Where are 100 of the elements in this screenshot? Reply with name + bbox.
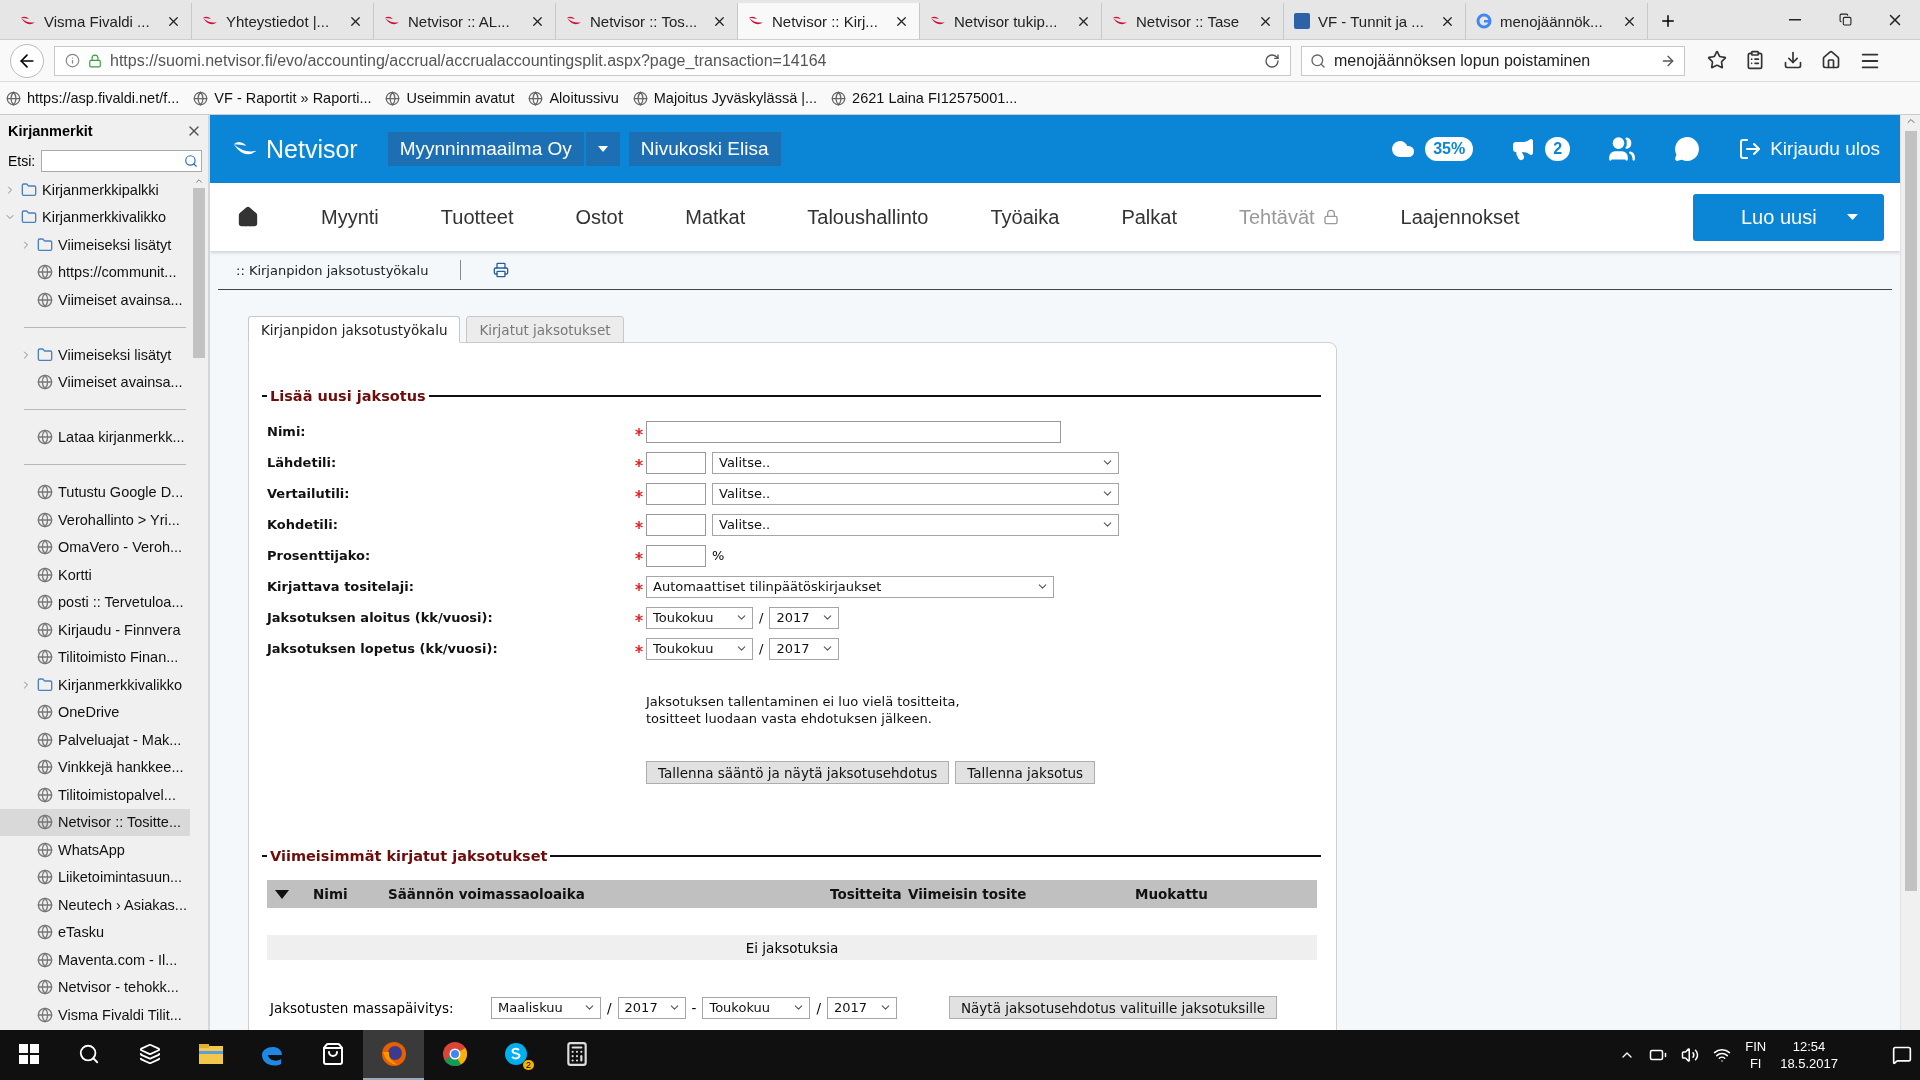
account-number-field[interactable] — [646, 513, 706, 536]
browser-tab[interactable]: menojäännök... — [1466, 3, 1648, 39]
bookmark-folder[interactable]: Viimeiseksi lisätyt — [0, 231, 190, 259]
home-icon[interactable] — [1821, 49, 1841, 70]
year-select[interactable]: 2017 — [769, 637, 840, 660]
menu-item[interactable]: Ostot — [575, 205, 624, 229]
bookmark-item[interactable]: Visma Fivaldi Tilit... — [0, 1001, 190, 1029]
browser-tab[interactable]: Netvisor :: AL... — [374, 3, 556, 39]
clock[interactable]: 12:54 18.5.2017 — [1780, 1038, 1838, 1072]
menu-item[interactable]: Tuotteet — [440, 205, 514, 229]
page-tab[interactable]: Kirjanpidon jaksotustyökalu — [248, 316, 461, 343]
year-select[interactable]: 2017 — [769, 606, 840, 629]
browser-tab[interactable]: Visma Fivaldi ... — [10, 3, 192, 39]
user-button[interactable]: Nivukoski Elisa — [628, 132, 781, 166]
address-field[interactable]: https://suomi.netvisor.fi/evo/accounting/accrual/accrualaccountingsplit.aspx?page_transaction=14164 — [54, 45, 1291, 76]
bookmark-item[interactable]: Lataa kirjanmerkk... — [0, 423, 190, 451]
column-header[interactable]: Nimi — [313, 886, 388, 902]
account-select[interactable]: Valitse.. — [712, 482, 1119, 505]
bookmark-item[interactable]: Tilitoimistopalvel... — [0, 781, 190, 809]
chat-icon[interactable] — [1674, 136, 1701, 162]
bookmark-item[interactable]: Vinkkejä hankkee... — [0, 753, 190, 781]
bookmark-item[interactable]: Tutustu Google D... — [0, 478, 190, 506]
logout-button[interactable]: Kirjaudu ulos — [1738, 137, 1880, 161]
bookmark-item[interactable]: OneDrive — [0, 698, 190, 726]
column-header[interactable]: Muokattu — [1135, 886, 1317, 902]
menu-item[interactable]: Matkat — [685, 205, 746, 229]
bookmark-item[interactable]: OmaVero - Veroh... — [0, 533, 190, 561]
percent-field[interactable] — [646, 544, 706, 567]
account-number-field[interactable] — [646, 451, 706, 474]
bookmark-item[interactable]: Netvisor - tehokk... — [0, 973, 190, 1001]
taskbar-app[interactable]: 2 — [485, 1030, 546, 1080]
year-select[interactable]: 2017 — [827, 996, 897, 1019]
users-icon[interactable] — [1608, 135, 1637, 163]
bookmark-link[interactable]: Useimmin avatut — [385, 90, 515, 106]
bookmark-item[interactable]: WhatsApp — [0, 836, 190, 864]
form-button[interactable]: Tallenna sääntö ja näytä jaksotusehdotus — [646, 761, 950, 784]
month-select[interactable]: Toukokuu — [702, 996, 811, 1019]
bookmark-link[interactable]: Majoitus Jyväskylässä |... — [632, 90, 818, 106]
bookmark-link[interactable]: VF - Raportit » Raporti... — [193, 90, 372, 106]
print-icon[interactable] — [493, 262, 510, 278]
bookmark-item[interactable]: posti :: Tervetuloa... — [0, 588, 190, 616]
browser-tab[interactable]: Netvisor :: Tase — [1102, 3, 1284, 39]
input-field[interactable] — [646, 420, 1061, 443]
month-select[interactable]: Maaliskuu — [491, 996, 601, 1019]
voucher-type-select[interactable]: Automaattiset tilinpäätöskirjaukset — [646, 575, 1054, 598]
menu-item[interactable]: Taloushallinto — [807, 205, 929, 229]
bookmark-item[interactable]: Neutech › Asiakas... — [0, 891, 190, 919]
bookmark-link[interactable]: Aloitussivu — [528, 90, 619, 106]
browser-tab[interactable]: Netvisor tukip... — [920, 3, 1102, 39]
create-new-button[interactable]: Luo uusi — [1693, 193, 1884, 241]
bookmark-star-icon[interactable] — [1707, 49, 1727, 70]
form-button[interactable]: Tallenna jaksotus — [955, 761, 1096, 784]
account-select[interactable]: Valitse.. — [712, 451, 1119, 474]
browser-tab[interactable]: Yhteystiedot |... — [192, 3, 374, 39]
column-header[interactable]: Tositteita — [830, 886, 908, 902]
download-icon[interactable] — [1783, 49, 1803, 70]
browser-tab[interactable]: VF - Tunnit ja ... — [1284, 3, 1466, 39]
form-button[interactable]: Näytä jaksotusehdotus valituille jaksotuksille — [949, 996, 1277, 1019]
bookmark-item[interactable]: Netvisor :: Tositte... — [0, 808, 190, 836]
bookmark-item[interactable]: Kortti — [0, 561, 190, 589]
bookmark-item[interactable]: Kirjaudu - Finnvera — [0, 616, 190, 644]
account-number-field[interactable] — [646, 482, 706, 505]
page-tab[interactable]: Kirjatut jaksotukset — [466, 316, 624, 343]
bookmark-folder[interactable]: Kirjanmerkkipalkki — [0, 176, 190, 204]
search-field[interactable]: menojäännöksen lopun poistaminen — [1301, 45, 1685, 76]
bookmark-folder[interactable]: Kirjanmerkkivalikko — [0, 203, 190, 231]
wifi-icon[interactable] — [1713, 1046, 1732, 1064]
bookmark-item[interactable]: Viimeiset avainsa... — [0, 368, 190, 396]
bookmark-item[interactable]: Viimeiset avainsa... — [0, 286, 190, 314]
bookmark-item[interactable]: eTasku — [0, 918, 190, 946]
bookmark-item[interactable]: Palveluajat - Mak... — [0, 726, 190, 754]
bookmark-link[interactable]: https://asp.fivaldi.net/f... — [6, 90, 180, 106]
menu-item[interactable]: Työaika — [990, 205, 1060, 229]
reading-list-icon[interactable] — [1745, 49, 1765, 70]
notifications-icon[interactable] — [1892, 1045, 1912, 1065]
bookmark-item[interactable]: Maventa.com - Il... — [0, 946, 190, 974]
bookmark-folder[interactable]: Viimeiseksi lisätyt — [0, 341, 190, 369]
back-button[interactable] — [10, 43, 44, 78]
year-select[interactable]: 2017 — [617, 996, 686, 1019]
month-select[interactable]: Toukokuu — [646, 606, 753, 629]
company-select[interactable]: Myynninmaailma Oy — [387, 132, 584, 166]
bookmark-folder[interactable]: Kirjanmerkkivalikko — [0, 671, 190, 699]
scrollbar-thumb[interactable] — [193, 188, 205, 358]
bookmark-item[interactable]: Verohallinto > Yri... — [0, 506, 190, 534]
bookmark-item[interactable]: Liiketoimintasuun... — [0, 863, 190, 891]
bookmark-item[interactable]: https://communit... — [0, 258, 190, 286]
bookmark-item[interactable]: Tilitoimisto Finan... — [0, 643, 190, 671]
bookmark-link[interactable]: 2621 Laina FI12575001... — [831, 90, 1018, 106]
account-select[interactable]: Valitse.. — [712, 513, 1119, 536]
menu-item[interactable]: Myynti — [321, 205, 379, 229]
scrollbar-thumb[interactable] — [1904, 131, 1917, 891]
home-icon[interactable] — [237, 206, 259, 228]
megaphone-icon[interactable] — [1511, 137, 1536, 161]
menu-item[interactable]: Laajennokset — [1400, 205, 1520, 229]
search-field[interactable] — [41, 150, 202, 172]
menu-item[interactable]: Palkat — [1121, 205, 1177, 229]
sort-icon[interactable] — [275, 889, 289, 899]
month-select[interactable]: Toukokuu — [646, 637, 753, 660]
reload-icon[interactable] — [1264, 52, 1280, 69]
volume-icon[interactable] — [1681, 1046, 1700, 1064]
